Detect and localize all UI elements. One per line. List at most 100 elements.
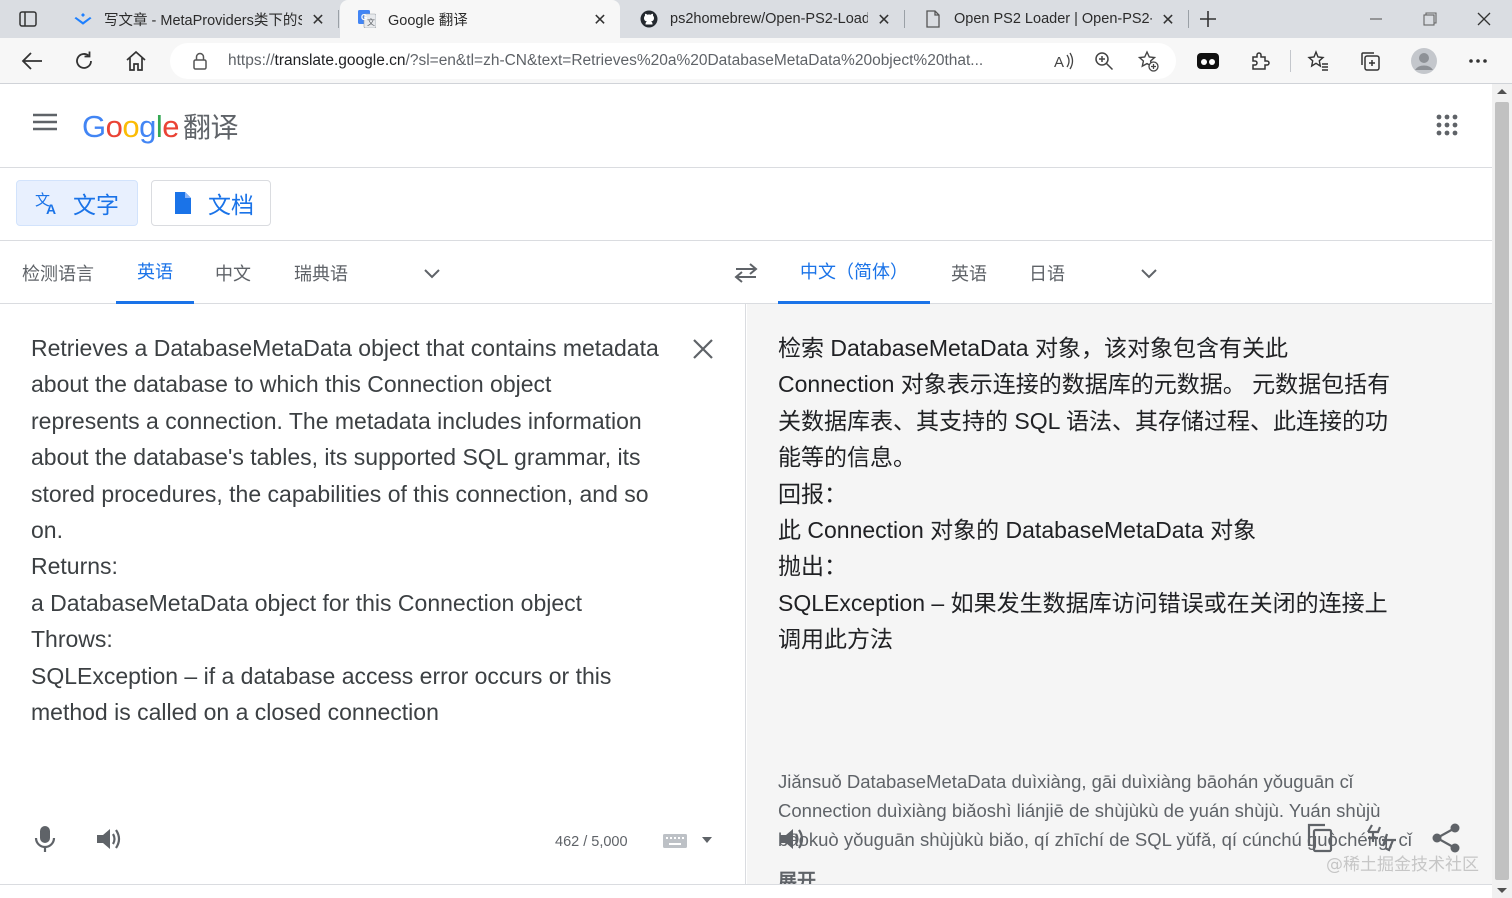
lock-icon[interactable] <box>192 52 208 70</box>
extension-glasses-icon <box>1197 53 1219 69</box>
source-lang-chinese[interactable]: 中文 <box>204 241 262 304</box>
source-lang-detect[interactable]: 检测语言 <box>18 241 98 304</box>
more-horizontal-icon <box>1469 59 1487 63</box>
keyboard-button[interactable] <box>662 832 688 852</box>
avatar-icon <box>1411 48 1437 74</box>
collections-button[interactable] <box>1356 47 1384 75</box>
home-icon <box>126 50 146 71</box>
svg-text:A: A <box>1054 54 1064 71</box>
add-favorite-icon[interactable] <box>1136 49 1160 73</box>
minimize-icon <box>1370 18 1382 20</box>
dropdown-arrow-icon <box>702 837 712 843</box>
voice-input-button[interactable] <box>32 824 58 854</box>
tab-github[interactable]: ps2homebrew/Open-PS2-Loade ✕ <box>622 0 904 38</box>
romanization-text: Jiǎnsuǒ DatabaseMetaData duìxiàng, gāi d… <box>778 771 1412 850</box>
target-pane: 检索 DatabaseMetaData 对象，该对象包含有关此 Connecti… <box>747 304 1492 892</box>
back-button[interactable] <box>18 47 46 75</box>
language-bar: 检测语言 英语 中文 瑞典语 中文（简体） 英语 日语 <box>0 240 1492 304</box>
translate-page: Google 翻译 文A 文字 文档 检测语言 英语 中文 瑞典语 中文（简体）… <box>0 84 1492 898</box>
close-window-button[interactable] <box>1474 9 1494 29</box>
listen-source-button[interactable] <box>94 824 124 854</box>
scroll-up-arrow-icon[interactable] <box>1497 88 1507 95</box>
target-lang-chinese-simplified[interactable]: 中文（简体） <box>778 241 930 304</box>
character-count: 462 / 5,000 <box>555 834 628 850</box>
close-icon <box>1477 12 1491 26</box>
docs-mode-button[interactable]: 文档 <box>151 180 271 226</box>
tab-title: 写文章 - MetaProviders类下的Sq <box>104 12 302 29</box>
swap-icon <box>734 263 758 283</box>
target-lang-japanese[interactable]: 日语 <box>1018 241 1076 304</box>
refresh-button[interactable] <box>70 47 98 75</box>
tab-divider <box>904 10 905 28</box>
chevron-down-icon <box>1141 269 1157 279</box>
tab-title: ps2homebrew/Open-PS2-Loade <box>670 11 868 27</box>
target-lang-english[interactable]: 英语 <box>940 241 998 304</box>
extension-button[interactable] <box>1194 47 1222 75</box>
puzzle-icon <box>1252 52 1270 70</box>
keyboard-icon <box>663 834 687 848</box>
close-icon[interactable]: ✕ <box>308 9 328 29</box>
back-arrow-icon <box>21 52 42 70</box>
favorites-button[interactable] <box>1304 47 1332 75</box>
tab-juejin[interactable]: 写文章 - MetaProviders类下的Sq ✕ <box>56 0 338 38</box>
docs-mode-label: 文档 <box>208 193 254 219</box>
page-scrollbar[interactable] <box>1492 84 1512 898</box>
page-footer-edge <box>0 884 1492 898</box>
target-lang-more-button[interactable] <box>1137 261 1161 285</box>
svg-text:文: 文 <box>367 17 375 27</box>
google-apps-button[interactable] <box>1436 114 1460 138</box>
tab-strip: 写文章 - MetaProviders类下的Sq ✕ G文 Google 翻译 … <box>0 0 1512 38</box>
github-icon <box>640 10 658 28</box>
google-translate-logo[interactable]: Google 翻译 <box>82 106 239 146</box>
speaker-icon <box>780 829 804 849</box>
text-mode-button[interactable]: 文A 文字 <box>16 180 138 226</box>
source-lang-swedish[interactable]: 瑞典语 <box>282 241 360 304</box>
favorites-icon <box>1307 50 1328 71</box>
tab-divider <box>1188 10 1189 28</box>
clear-source-button[interactable] <box>692 338 716 362</box>
scroll-down-arrow-icon[interactable] <box>1497 887 1507 894</box>
google-header: Google 翻译 <box>0 84 1492 168</box>
tab-title: Google 翻译 <box>388 12 468 29</box>
close-icon[interactable]: ✕ <box>874 9 894 29</box>
juejin-icon <box>74 10 92 28</box>
speaker-icon <box>97 829 121 849</box>
tab-actions-button[interactable] <box>12 8 44 30</box>
source-lang-more-button[interactable] <box>420 261 444 285</box>
new-tab-button[interactable] <box>1196 7 1220 31</box>
keyboard-options-button[interactable] <box>702 836 712 844</box>
source-pane: Retrieves a DatabaseMetaData object that… <box>0 304 746 884</box>
address-bar[interactable]: https://translate.google.cn/?sl=en&tl=zh… <box>170 43 1176 79</box>
collections-icon <box>1361 52 1380 71</box>
refresh-icon <box>76 51 92 69</box>
home-button[interactable] <box>122 47 150 75</box>
google-translate-icon: G文 <box>358 10 376 28</box>
close-icon <box>693 339 713 359</box>
tab-divider <box>338 10 339 28</box>
read-aloud-icon[interactable]: A <box>1052 49 1076 73</box>
url-text: https://translate.google.cn/?sl=en&tl=zh… <box>228 52 984 69</box>
extensions-button[interactable] <box>1246 47 1274 75</box>
scrollbar-thumb[interactable] <box>1495 102 1509 880</box>
browser-toolbar: https://translate.google.cn/?sl=en&tl=zh… <box>0 38 1512 84</box>
source-lang-english[interactable]: 英语 <box>116 241 194 304</box>
restore-button[interactable] <box>1420 9 1440 29</box>
close-icon[interactable]: ✕ <box>1158 9 1178 29</box>
swap-languages-button[interactable] <box>732 261 760 285</box>
zoom-icon[interactable] <box>1092 49 1116 73</box>
microphone-icon <box>34 826 56 852</box>
listen-translation-button[interactable] <box>777 824 807 854</box>
svg-text:A: A <box>46 201 56 216</box>
google-wordmark: Google <box>82 109 180 144</box>
toolbar-divider <box>1290 50 1291 72</box>
tab-opl[interactable]: Open PS2 Loader | Open-PS2-Lo ✕ <box>906 0 1188 38</box>
main-menu-button[interactable] <box>32 112 62 140</box>
tab-google-translate[interactable]: G文 Google 翻译 ✕ <box>340 0 620 38</box>
close-icon[interactable]: ✕ <box>590 9 610 29</box>
hamburger-icon <box>33 113 57 131</box>
minimize-button[interactable] <box>1366 9 1386 29</box>
source-textarea[interactable]: Retrieves a DatabaseMetaData object that… <box>31 330 681 730</box>
more-button[interactable] <box>1464 47 1492 75</box>
watermark-text: @稀土掘金技术社区 <box>1326 855 1479 875</box>
profile-button[interactable] <box>1410 47 1438 75</box>
